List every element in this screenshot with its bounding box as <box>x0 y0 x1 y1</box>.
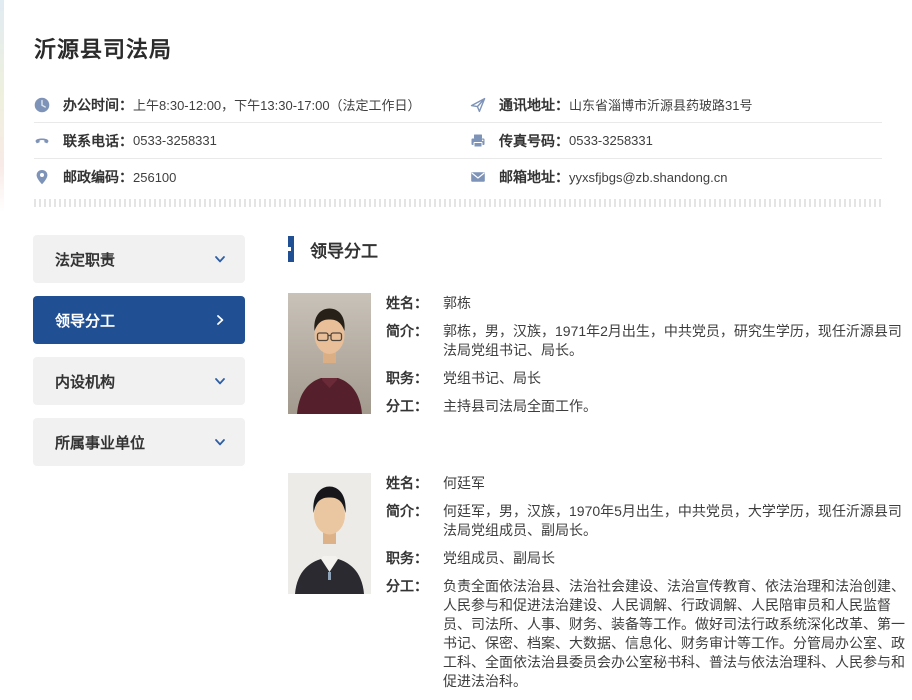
sidebar-item-label: 领导分工 <box>55 310 115 331</box>
contact-item-mailing-address: 通讯地址： 山东省淄博市沂源县药玻路31号 <box>470 87 882 123</box>
contact-label: 邮箱地址： <box>499 167 569 187</box>
location-icon <box>34 169 50 185</box>
sidebar-item-label: 内设机构 <box>55 371 115 392</box>
contact-info-grid: 办公时间： 上午8:30-12:00，下午13:30-17:00（法定工作日） … <box>34 87 882 195</box>
contact-value: 上午8:30-12:00，下午13:30-17:00（法定工作日） <box>133 95 421 114</box>
chevron-right-icon <box>213 313 227 327</box>
contact-label: 邮政编码： <box>63 167 133 187</box>
contact-item-office-hours: 办公时间： 上午8:30-12:00，下午13:30-17:00（法定工作日） <box>34 87 470 123</box>
content-area: 法定职责 领导分工 内设机构 所属事业单位 领导分工 <box>0 235 912 700</box>
sidebar-item-internal-organs[interactable]: 内设机构 <box>33 357 245 405</box>
sidebar: 法定职责 领导分工 内设机构 所属事业单位 <box>33 235 245 700</box>
field-label: 简介： <box>386 322 443 360</box>
field-label: 简介： <box>386 502 443 540</box>
heading-bar-icon <box>288 236 294 262</box>
contact-item-email: 邮箱地址： yyxsfjbgs@zb.shandong.cn <box>470 159 882 195</box>
field-name: 姓名： 何廷军 <box>386 474 906 493</box>
leader-photo <box>288 473 371 594</box>
send-icon <box>470 97 486 113</box>
field-label: 职务： <box>386 369 443 388</box>
field-intro: 简介： 郭栋，男，汉族，1971年2月出生，中共党员，研究生学历，现任沂源县司法… <box>386 322 906 360</box>
main-content: 领导分工 <box>288 235 912 700</box>
contact-value: 山东省淄博市沂源县药玻路31号 <box>569 95 752 114</box>
section-heading: 领导分工 <box>288 235 906 263</box>
contact-item-phone: 联系电话： 0533-3258331 <box>34 123 470 159</box>
contact-label: 办公时间： <box>63 95 133 115</box>
leader-photo <box>288 293 371 414</box>
chevron-down-icon <box>213 252 227 266</box>
contact-label: 传真号码： <box>499 131 569 151</box>
sidebar-item-affiliated-units[interactable]: 所属事业单位 <box>33 418 245 466</box>
field-position: 职务： 党组成员、副局长 <box>386 549 906 568</box>
leader-position: 党组成员、副局长 <box>443 549 555 568</box>
field-label: 分工： <box>386 397 443 416</box>
contact-value: 256100 <box>133 170 176 185</box>
field-position: 职务： 党组书记、局长 <box>386 369 906 388</box>
leader-profile: 姓名： 郭栋 简介： 郭栋，男，汉族，1971年2月出生，中共党员，研究生学历，… <box>288 293 906 425</box>
leader-name: 何廷军 <box>443 474 485 493</box>
leader-division: 主持县司法局全面工作。 <box>443 397 597 416</box>
field-label: 姓名： <box>386 294 443 313</box>
leader-position: 党组书记、局长 <box>443 369 541 388</box>
sidebar-item-label: 所属事业单位 <box>55 432 145 453</box>
page-edge-decoration <box>0 0 4 212</box>
leader-name: 郭栋 <box>443 294 471 313</box>
chevron-down-icon <box>213 435 227 449</box>
field-name: 姓名： 郭栋 <box>386 294 906 313</box>
contact-label: 通讯地址： <box>499 95 569 115</box>
field-label: 姓名： <box>386 474 443 493</box>
field-label: 分工： <box>386 577 443 691</box>
sidebar-item-legal-duties[interactable]: 法定职责 <box>33 235 245 283</box>
field-division: 分工： 主持县司法局全面工作。 <box>386 397 906 416</box>
contact-item-postal-code: 邮政编码： 256100 <box>34 159 470 195</box>
leader-profile: 姓名： 何廷军 简介： 何廷军，男，汉族，1970年5月出生，中共党员，大学学历… <box>288 473 906 700</box>
leader-intro: 郭栋，男，汉族，1971年2月出生，中共党员，研究生学历，现任沂源县司法局党组书… <box>443 322 906 360</box>
leader-intro: 何廷军，男，汉族，1970年5月出生，中共党员，大学学历，现任沂源县司法局党组成… <box>443 502 906 540</box>
leader-division: 负责全面依法治县、法治社会建设、法治宣传教育、依法治理和法治创建、人民参与和促进… <box>443 577 906 691</box>
mail-icon <box>470 169 486 185</box>
leader-fields: 姓名： 郭栋 简介： 郭栋，男，汉族，1971年2月出生，中共党员，研究生学历，… <box>386 293 906 425</box>
dashed-divider <box>34 199 882 207</box>
sidebar-item-leadership-division[interactable]: 领导分工 <box>33 296 245 344</box>
contact-item-fax: 传真号码： 0533-3258331 <box>470 123 882 159</box>
contact-value: yyxsfjbgs@zb.shandong.cn <box>569 170 727 185</box>
contact-value: 0533-3258331 <box>569 133 653 148</box>
section-title: 领导分工 <box>310 237 378 262</box>
field-intro: 简介： 何廷军，男，汉族，1970年5月出生，中共党员，大学学历，现任沂源县司法… <box>386 502 906 540</box>
fax-icon <box>470 133 486 149</box>
phone-icon <box>34 133 50 149</box>
page-title: 沂源县司法局 <box>0 0 912 62</box>
clock-icon <box>34 97 50 113</box>
sidebar-item-label: 法定职责 <box>55 249 115 270</box>
contact-value: 0533-3258331 <box>133 133 217 148</box>
field-division: 分工： 负责全面依法治县、法治社会建设、法治宣传教育、依法治理和法治创建、人民参… <box>386 577 906 691</box>
field-label: 职务： <box>386 549 443 568</box>
chevron-down-icon <box>213 374 227 388</box>
contact-label: 联系电话： <box>63 131 133 151</box>
leader-fields: 姓名： 何廷军 简介： 何廷军，男，汉族，1970年5月出生，中共党员，大学学历… <box>386 473 906 700</box>
